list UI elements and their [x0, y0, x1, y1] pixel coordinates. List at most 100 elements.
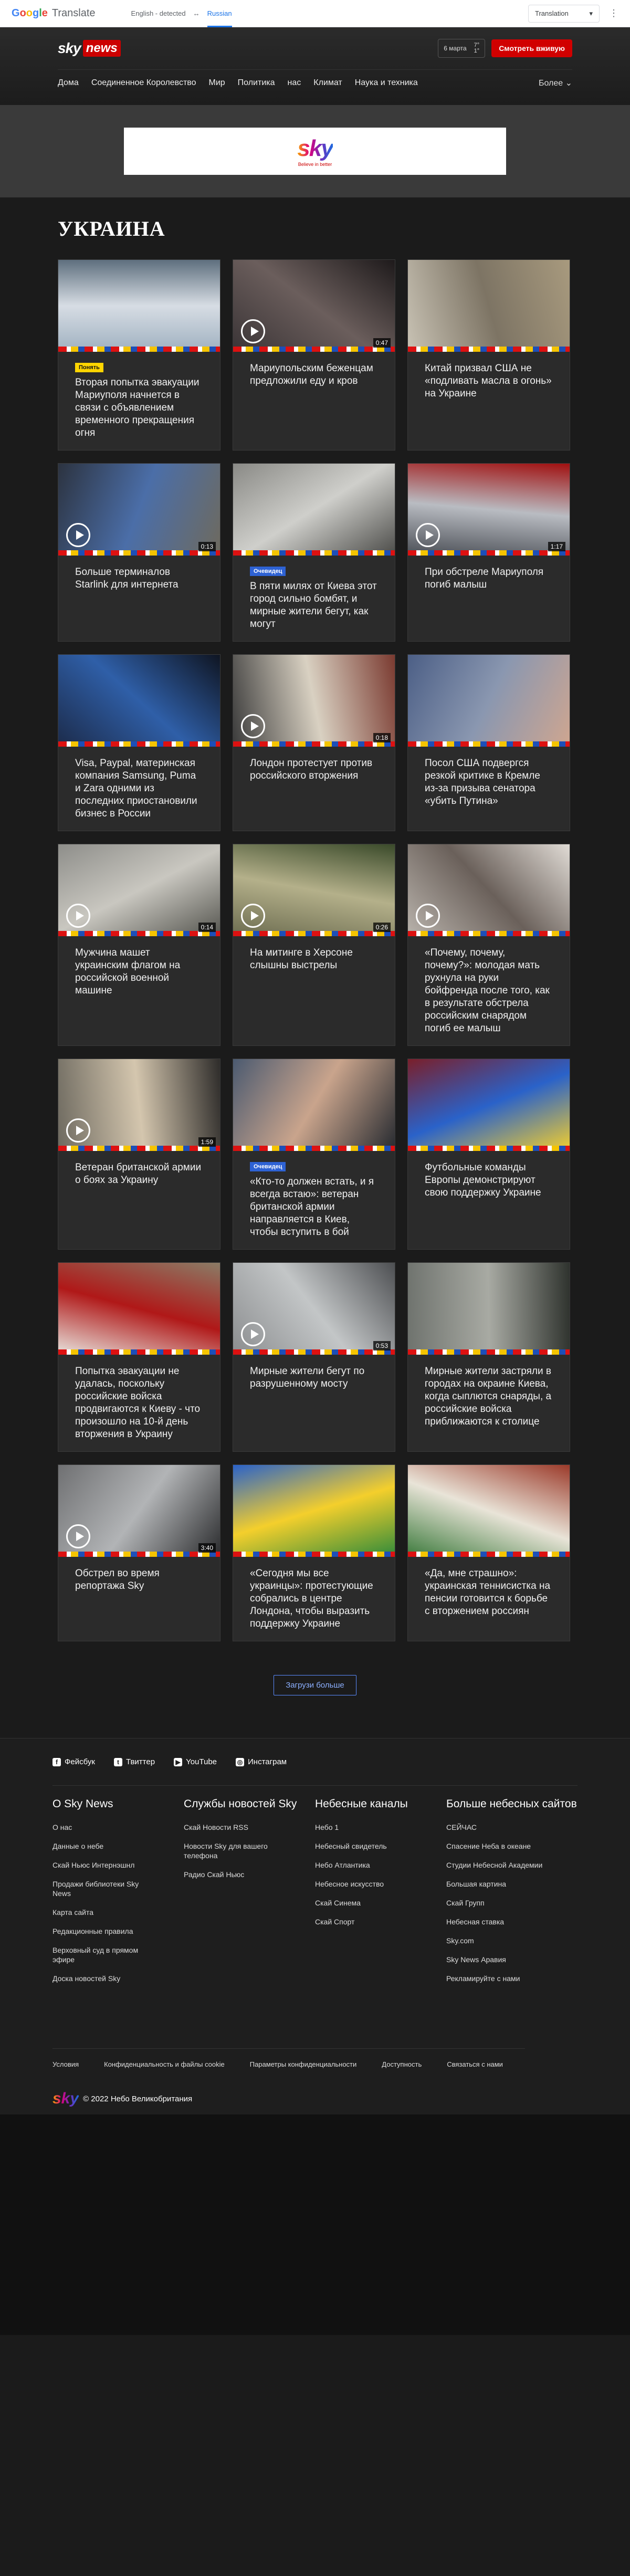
nav-item-climate[interactable]: Климат — [313, 78, 342, 88]
article-headline[interactable]: «Да, мне страшно»: украинская теннисистк… — [425, 1567, 553, 1618]
footer-link[interactable]: О нас — [52, 1823, 158, 1832]
article-headline[interactable]: Посол США подвергся резкой критике в Кре… — [425, 757, 553, 808]
article-thumbnail[interactable]: 0:13 — [58, 464, 220, 556]
article-card[interactable]: 0:14 Мужчина машет украинским флагом на р… — [58, 844, 220, 1046]
footer-link[interactable]: СЕЙЧАС — [446, 1823, 551, 1832]
load-more-button[interactable]: Загрузи больше — [274, 1675, 356, 1695]
article-headline[interactable]: Мирные жители застряли в городах на окра… — [425, 1365, 553, 1428]
article-headline[interactable]: В пяти милях от Киева этот город сильно … — [250, 580, 378, 631]
article-thumbnail[interactable] — [233, 1059, 395, 1151]
article-card[interactable]: 3:40 Обстрел во время репортажа Sky — [58, 1464, 220, 1641]
nav-item-world[interactable]: Мир — [209, 78, 225, 88]
more-options-icon[interactable]: ⋮ — [609, 8, 618, 19]
footer-link[interactable]: Продажи библиотеки Sky News — [52, 1879, 158, 1898]
legal-link[interactable]: Условия — [52, 2060, 79, 2068]
article-headline[interactable]: Мужчина машет украинским флагом на росси… — [75, 947, 203, 997]
sky-advert[interactable]: sky Believe in better — [124, 128, 506, 175]
play-icon[interactable] — [241, 319, 265, 343]
footer-link[interactable]: Sky News Аравия — [446, 1955, 551, 1964]
article-thumbnail[interactable]: 0:26 — [233, 844, 395, 936]
play-icon[interactable] — [66, 904, 90, 928]
article-card[interactable]: Китай призвал США не «подливать масла в … — [407, 259, 570, 451]
play-icon[interactable] — [416, 904, 440, 928]
article-thumbnail[interactable] — [58, 1263, 220, 1355]
article-headline[interactable]: Попытка эвакуации не удалась, поскольку … — [75, 1365, 203, 1441]
article-thumbnail[interactable] — [408, 655, 570, 747]
nav-item-science-tech[interactable]: Наука и техника — [355, 78, 418, 88]
article-thumbnail[interactable]: 0:14 — [58, 844, 220, 936]
play-icon[interactable] — [241, 714, 265, 738]
article-thumbnail[interactable]: 0:53 — [233, 1263, 395, 1355]
article-card[interactable]: 0:47 Мариупольским беженцам предложили ед… — [233, 259, 395, 451]
article-thumbnail[interactable] — [408, 844, 570, 936]
article-thumbnail[interactable] — [58, 655, 220, 747]
article-thumbnail[interactable] — [408, 1465, 570, 1557]
article-thumbnail[interactable]: 1:17 — [408, 464, 570, 556]
article-card[interactable]: Понять Вторая попытка эвакуации Мариуполя… — [58, 259, 220, 451]
footer-sky-logo[interactable]: sky — [52, 2090, 79, 2108]
play-icon[interactable] — [66, 1118, 90, 1143]
play-icon[interactable] — [66, 523, 90, 547]
footer-link[interactable]: Небо 1 — [315, 1823, 420, 1832]
social-link-facebook[interactable]: f Фейсбук — [52, 1757, 95, 1766]
article-headline[interactable]: Вторая попытка эвакуации Мариуполя начне… — [75, 376, 203, 439]
article-card[interactable]: «Да, мне страшно»: украинская теннисистк… — [407, 1464, 570, 1641]
google-translate-logo[interactable]: Google Translate — [12, 7, 96, 19]
article-card[interactable]: «Сегодня мы все украинцы»: протестующие … — [233, 1464, 395, 1641]
footer-link[interactable]: Скай Ньюс Интернэшнл — [52, 1860, 158, 1870]
footer-link[interactable]: Скай Синема — [315, 1898, 420, 1908]
play-icon[interactable] — [241, 1322, 265, 1346]
legal-link[interactable]: Параметры конфиденциальности — [250, 2060, 357, 2068]
article-card[interactable]: 1:17 При обстреле Мариуполя погиб малыш — [407, 463, 570, 642]
article-headline[interactable]: Обстрел во время репортажа Sky — [75, 1567, 203, 1593]
article-headline[interactable]: На митинге в Херсоне слышны выстрелы — [250, 947, 378, 972]
nav-item-home[interactable]: Дома — [58, 78, 79, 88]
footer-link[interactable]: Студии Небесной Академии — [446, 1860, 551, 1870]
play-icon[interactable] — [416, 523, 440, 547]
article-thumbnail[interactable] — [233, 1465, 395, 1557]
footer-link[interactable]: Небесная ставка — [446, 1917, 551, 1926]
play-icon[interactable] — [66, 1524, 90, 1548]
article-headline[interactable]: Футбольные команды Европы демонстрируют … — [425, 1161, 553, 1199]
footer-link[interactable]: Новости Sky для вашего телефона — [184, 1841, 289, 1860]
nav-item-politics[interactable]: Политика — [238, 78, 275, 88]
footer-link[interactable]: Спасение Неба в океане — [446, 1841, 551, 1851]
article-card[interactable]: «Почему, почему, почему?»: молодая мать … — [407, 844, 570, 1046]
footer-link[interactable]: Скай Групп — [446, 1898, 551, 1908]
footer-link[interactable]: Небесное искусство — [315, 1879, 420, 1889]
footer-link[interactable]: Данные о небе — [52, 1841, 158, 1851]
source-language[interactable]: English - detected — [131, 9, 186, 17]
footer-link[interactable]: Небесный свидетель — [315, 1841, 420, 1851]
translation-mode-dropdown[interactable]: Translation ▾ — [528, 4, 600, 23]
article-headline[interactable]: Больше терминалов Starlink для интернета — [75, 566, 203, 591]
article-thumbnail[interactable]: 3:40 — [58, 1465, 220, 1557]
article-headline[interactable]: Visa, Paypal, материнская компания Samsu… — [75, 757, 203, 820]
play-icon[interactable] — [241, 904, 265, 928]
article-thumbnail[interactable] — [408, 260, 570, 352]
article-card[interactable]: Посол США подвергся резкой критике в Кре… — [407, 654, 570, 831]
legal-link[interactable]: Связаться с нами — [447, 2060, 503, 2068]
footer-link[interactable]: Карта сайта — [52, 1908, 158, 1917]
article-thumbnail[interactable]: 0:47 — [233, 260, 395, 352]
article-headline[interactable]: При обстреле Мариуполя погиб малыш — [425, 566, 553, 591]
legal-link[interactable]: Доступность — [382, 2060, 422, 2068]
article-card[interactable]: Очевидец «Кто-то должен встать, и я всегд… — [233, 1059, 395, 1250]
footer-link[interactable]: Скай Новости RSS — [184, 1823, 289, 1832]
watch-live-button[interactable]: Смотреть вживую — [491, 39, 572, 57]
legal-link[interactable]: Конфиденциальность и файлы cookie — [104, 2060, 225, 2068]
article-thumbnail[interactable] — [233, 464, 395, 556]
article-card[interactable]: Мирные жители застряли в городах на окра… — [407, 1262, 570, 1452]
footer-link[interactable]: Небо Атлантика — [315, 1860, 420, 1870]
nav-item-uk[interactable]: Соединенное Королевство — [91, 78, 196, 88]
weather-widget[interactable]: 6 марта 7° 1° — [438, 39, 486, 58]
article-card[interactable]: Visa, Paypal, материнская компания Samsu… — [58, 654, 220, 831]
article-thumbnail[interactable]: 1:59 — [58, 1059, 220, 1151]
footer-link[interactable]: Скай Спорт — [315, 1917, 420, 1926]
article-headline[interactable]: Китай призвал США не «подливать масла в … — [425, 362, 553, 400]
nav-more-dropdown[interactable]: Более ⌄ — [539, 78, 572, 88]
target-language[interactable]: Russian — [207, 0, 232, 27]
article-headline[interactable]: Лондон протестует против российского вто… — [250, 757, 378, 782]
article-card[interactable]: Футбольные команды Европы демонстрируют … — [407, 1059, 570, 1250]
article-card[interactable]: Попытка эвакуации не удалась, поскольку … — [58, 1262, 220, 1452]
article-thumbnail[interactable] — [58, 260, 220, 352]
